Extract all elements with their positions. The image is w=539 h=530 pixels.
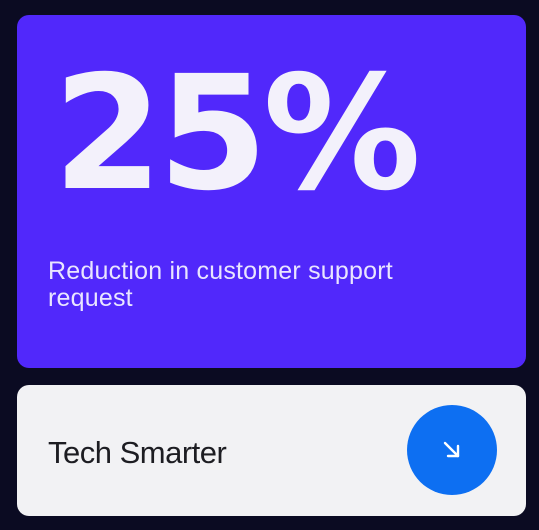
stat-caption: Reduction in customer support request	[48, 257, 393, 312]
stat-value: 25%	[53, 42, 421, 226]
arrow-button[interactable]	[407, 405, 497, 495]
page: 25% Reduction in customer support reques…	[0, 0, 539, 530]
stat-card: 25% Reduction in customer support reques…	[17, 15, 526, 368]
arrow-down-right-icon	[443, 441, 460, 458]
tech-smarter-card[interactable]: Tech Smarter	[17, 385, 526, 516]
tech-smarter-label: Tech Smarter	[48, 435, 227, 470]
